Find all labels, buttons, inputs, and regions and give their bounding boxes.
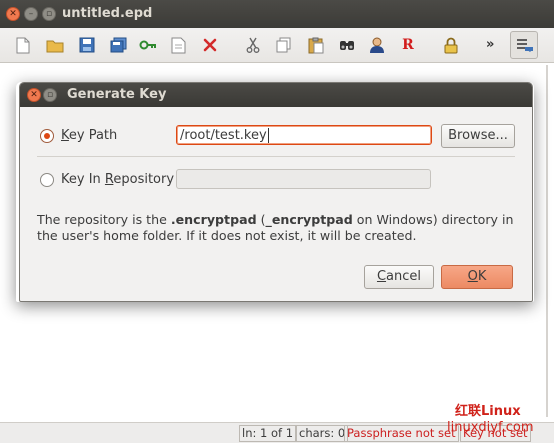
new-file-icon[interactable] xyxy=(12,34,34,56)
key-in-repository-label-prefix: Key In xyxy=(61,172,105,187)
generate-key-dialog: ✕ ▫ Generate Key Key Path /root/test.key… xyxy=(19,82,533,302)
key-path-label-rest: ey Path xyxy=(68,128,118,143)
char-count-status: chars: 0 xyxy=(296,425,349,442)
ok-label-rest: K xyxy=(477,269,487,284)
window-maximize-button[interactable]: ▫ xyxy=(42,7,56,21)
key-path-radio[interactable] xyxy=(40,129,54,143)
key-in-repository-label: Key In Repository xyxy=(61,172,174,187)
window-titlebar: ✕ – ▫ untitled.epd xyxy=(0,0,554,28)
copy-icon[interactable] xyxy=(273,34,295,56)
dialog-titlebar: ✕ ▫ Generate Key xyxy=(20,83,532,107)
cancel-mnemonic: C xyxy=(376,269,387,284)
print-icon[interactable] xyxy=(168,34,190,56)
dialog-minimize-button[interactable]: ▫ xyxy=(43,88,57,102)
ok-mnemonic: O xyxy=(467,269,478,284)
dialog-close-button[interactable]: ✕ xyxy=(27,88,41,102)
delete-icon[interactable] xyxy=(199,34,221,56)
open-folder-icon[interactable] xyxy=(44,34,66,56)
browse-button[interactable]: Browse... xyxy=(441,124,515,148)
description-text-2: ( xyxy=(256,212,266,227)
save-icon[interactable] xyxy=(76,34,98,56)
key-path-input[interactable]: /root/test.key xyxy=(176,125,432,145)
user-icon[interactable] xyxy=(366,34,388,56)
description-bold-2: _encryptpad xyxy=(265,212,353,227)
paste-icon[interactable] xyxy=(305,34,327,56)
watermark-line-1: 红联Linux xyxy=(455,404,521,419)
cancel-button[interactable]: Cancel xyxy=(364,265,434,289)
ok-button[interactable]: OK xyxy=(441,265,513,289)
passphrase-status: Passphrase not set xyxy=(344,425,459,442)
key-path-label: Key Path xyxy=(61,128,117,143)
line-count-status: ln: 1 of 1 xyxy=(239,425,297,442)
cancel-label-rest: ancel xyxy=(386,269,422,284)
encryption-key-icon[interactable] xyxy=(137,34,159,56)
cut-icon[interactable] xyxy=(242,34,264,56)
toolbar-overflow-button[interactable]: » xyxy=(486,37,494,52)
watermark-line-2: linuxdiyf.com xyxy=(447,420,534,435)
description-text-1: The repository is the xyxy=(37,212,171,227)
description-bold-1: .encryptpad xyxy=(170,212,257,227)
main-toolbar: R » xyxy=(0,28,554,63)
window-minimize-button[interactable]: – xyxy=(24,7,38,21)
dialog-title: Generate Key xyxy=(67,87,167,102)
window-close-button[interactable]: ✕ xyxy=(6,7,20,21)
key-path-mnemonic: K xyxy=(61,128,69,143)
repository-description: The repository is the .encryptpad (_encr… xyxy=(37,212,517,244)
save-as-icon[interactable] xyxy=(107,34,129,56)
key-in-repository-input xyxy=(176,169,431,189)
find-icon[interactable] xyxy=(336,34,358,56)
key-in-repository-label-rest: epository xyxy=(113,172,175,187)
menu-icon xyxy=(517,39,533,52)
r-icon[interactable]: R xyxy=(397,34,419,56)
window-title: untitled.epd xyxy=(62,6,153,21)
vertical-scrollbar[interactable] xyxy=(542,65,552,417)
key-path-value: /root/test.key xyxy=(180,128,267,143)
lock-icon[interactable] xyxy=(440,34,462,56)
dialog-separator xyxy=(37,156,515,157)
text-cursor xyxy=(267,128,269,143)
key-in-repository-radio[interactable] xyxy=(40,173,54,187)
site-watermark: 红联Linux linuxdiyf.com xyxy=(447,400,533,435)
app-menu-button[interactable] xyxy=(510,31,538,59)
